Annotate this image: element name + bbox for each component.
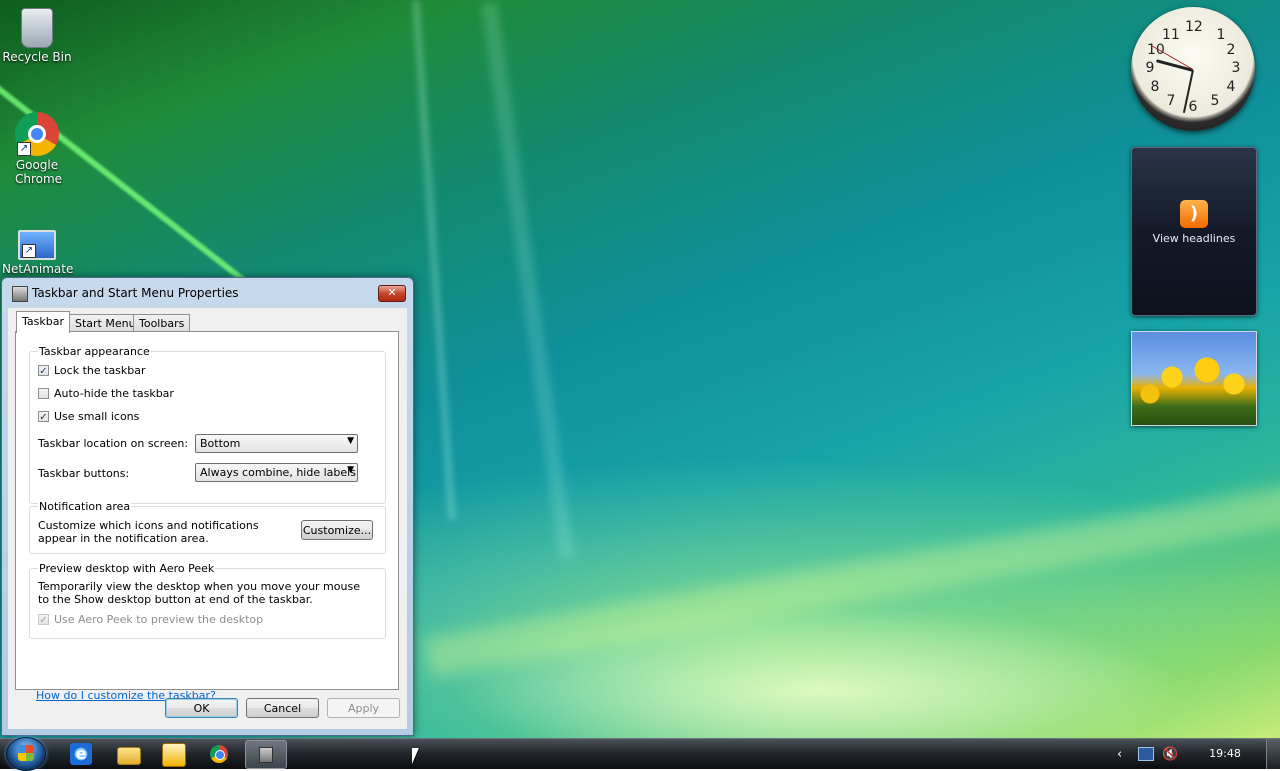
chrome-icon: ↗ xyxy=(15,112,59,156)
desktop-icon-recycle-bin[interactable]: Recycle Bin xyxy=(2,8,72,64)
group-taskbar-appearance: Taskbar appearance ✓ Lock the taskbar Au… xyxy=(29,345,386,504)
dialog-titlebar[interactable]: Taskbar and Start Menu Properties ✕ xyxy=(2,278,413,308)
clock-hour-label: 6 xyxy=(1188,99,1198,115)
taskbar-buttons-select[interactable]: Always combine, hide labels ▼ xyxy=(195,463,358,482)
folder-icon[interactable] xyxy=(117,747,141,765)
group-title: Preview desktop with Aero Peek xyxy=(38,562,216,575)
dropdown-arrow-icon: ▼ xyxy=(347,465,354,475)
small-icons-label[interactable]: Use small icons xyxy=(54,410,139,423)
group-notification-area: Notification area Customize which icons … xyxy=(29,500,386,554)
dialog-title: Taskbar and Start Menu Properties xyxy=(32,286,239,300)
small-icons-checkbox[interactable]: ✓ xyxy=(38,411,49,423)
desktop-icon-netanimate[interactable]: ↗ NetAnimate xyxy=(2,222,74,276)
tab-toolbars[interactable]: Toolbars xyxy=(133,314,191,332)
tab-start-menu[interactable]: Start Menu xyxy=(69,314,142,332)
mouse-cursor-icon xyxy=(412,748,419,764)
taskbar-properties-dialog: Taskbar and Start Menu Properties ✕ Task… xyxy=(1,277,414,736)
dropdown-arrow-icon: ▼ xyxy=(347,436,354,446)
clock-hour-label: 2 xyxy=(1226,42,1236,58)
shortcut-arrow-icon: ↗ xyxy=(17,142,31,156)
select-value: Always combine, hide labels xyxy=(200,466,356,479)
desktop-icon-google-chrome[interactable]: ↗ Google Chrome xyxy=(2,112,72,186)
cancel-button[interactable]: Cancel xyxy=(246,698,319,718)
aero-peek-description: Temporarily view the desktop when you mo… xyxy=(38,580,360,606)
close-icon: ✕ xyxy=(387,286,397,299)
autohide-taskbar-checkbox[interactable] xyxy=(38,388,49,399)
feed-headlines-gadget[interactable]: ) View headlines xyxy=(1131,147,1257,316)
taskbar-buttons-label: Taskbar buttons: xyxy=(38,467,130,480)
taskbar-properties-icon xyxy=(12,286,28,302)
shortcut-arrow-icon: ↗ xyxy=(22,244,36,258)
media-player-icon[interactable] xyxy=(162,743,186,767)
desktop-icon-label: Google Chrome xyxy=(15,158,63,186)
taskbar-properties-task[interactable] xyxy=(245,740,287,769)
clock-hour-label: 7 xyxy=(1166,93,1176,109)
feed-label: View headlines xyxy=(1152,232,1236,245)
group-title: Taskbar appearance xyxy=(38,345,151,358)
chrome-icon[interactable] xyxy=(210,745,228,763)
notification-description: Customize which icons and notifications … xyxy=(38,519,259,545)
customize-button[interactable]: Customize... xyxy=(301,520,373,540)
apply-button: Apply xyxy=(327,698,400,718)
taskbar-clock[interactable]: 19:48 xyxy=(1200,747,1250,760)
clock-hour-label: 12 xyxy=(1185,19,1203,35)
recycle-bin-icon xyxy=(21,8,53,48)
clock-hour-label: 3 xyxy=(1231,60,1241,76)
group-aero-peek: Preview desktop with Aero Peek Temporari… xyxy=(29,562,386,639)
tab-taskbar[interactable]: Taskbar xyxy=(16,311,70,333)
taskbar: e ‹ 🔇 19:48 xyxy=(0,737,1280,771)
network-icon[interactable] xyxy=(1138,747,1154,761)
rss-icon: ) xyxy=(1180,200,1208,228)
desktop-icon-label: NetAnimate xyxy=(2,262,74,276)
properties-window-icon xyxy=(259,747,273,763)
network-icon: ↗ xyxy=(18,230,56,260)
autohide-taskbar-label[interactable]: Auto-hide the taskbar xyxy=(54,387,174,400)
aero-peek-checkbox: ✓ xyxy=(38,614,49,626)
lock-taskbar-checkbox[interactable]: ✓ xyxy=(38,365,49,377)
clock-hour-label: 11 xyxy=(1162,27,1180,43)
clock-hour-label: 1 xyxy=(1216,27,1226,43)
clock-hour-label: 5 xyxy=(1210,93,1220,109)
internet-explorer-icon[interactable]: e xyxy=(70,743,92,765)
clock-gadget[interactable]: 12 1 2 3 4 5 6 7 8 9 10 11 xyxy=(1131,7,1255,131)
start-button[interactable] xyxy=(6,737,46,771)
taskbar-location-label: Taskbar location on screen: xyxy=(38,437,189,450)
chevron-left-icon[interactable]: ‹ xyxy=(1117,747,1122,762)
desktop-icon-label: Recycle Bin xyxy=(2,50,72,64)
tab-panel-taskbar: Taskbar appearance ✓ Lock the taskbar Au… xyxy=(15,331,399,702)
clock-hour-label: 8 xyxy=(1150,79,1160,95)
windows-logo-icon xyxy=(18,745,34,761)
show-desktop-button[interactable] xyxy=(1266,739,1280,769)
slideshow-gadget[interactable] xyxy=(1131,331,1257,426)
aero-peek-label: Use Aero Peek to preview the desktop xyxy=(54,613,264,626)
clock-hour-label: 9 xyxy=(1145,60,1155,76)
select-value: Bottom xyxy=(200,437,241,450)
close-button[interactable]: ✕ xyxy=(378,285,406,302)
taskbar-location-select[interactable]: Bottom ▼ xyxy=(195,434,358,453)
lock-taskbar-label[interactable]: Lock the taskbar xyxy=(54,364,146,377)
dialog-client: Taskbar Start Menu Toolbars Taskbar appe… xyxy=(8,308,407,729)
group-title: Notification area xyxy=(38,500,132,513)
ok-button[interactable]: OK xyxy=(165,698,238,718)
clock-hour-label: 4 xyxy=(1226,79,1236,95)
volume-muted-icon[interactable]: 🔇 xyxy=(1162,747,1178,762)
